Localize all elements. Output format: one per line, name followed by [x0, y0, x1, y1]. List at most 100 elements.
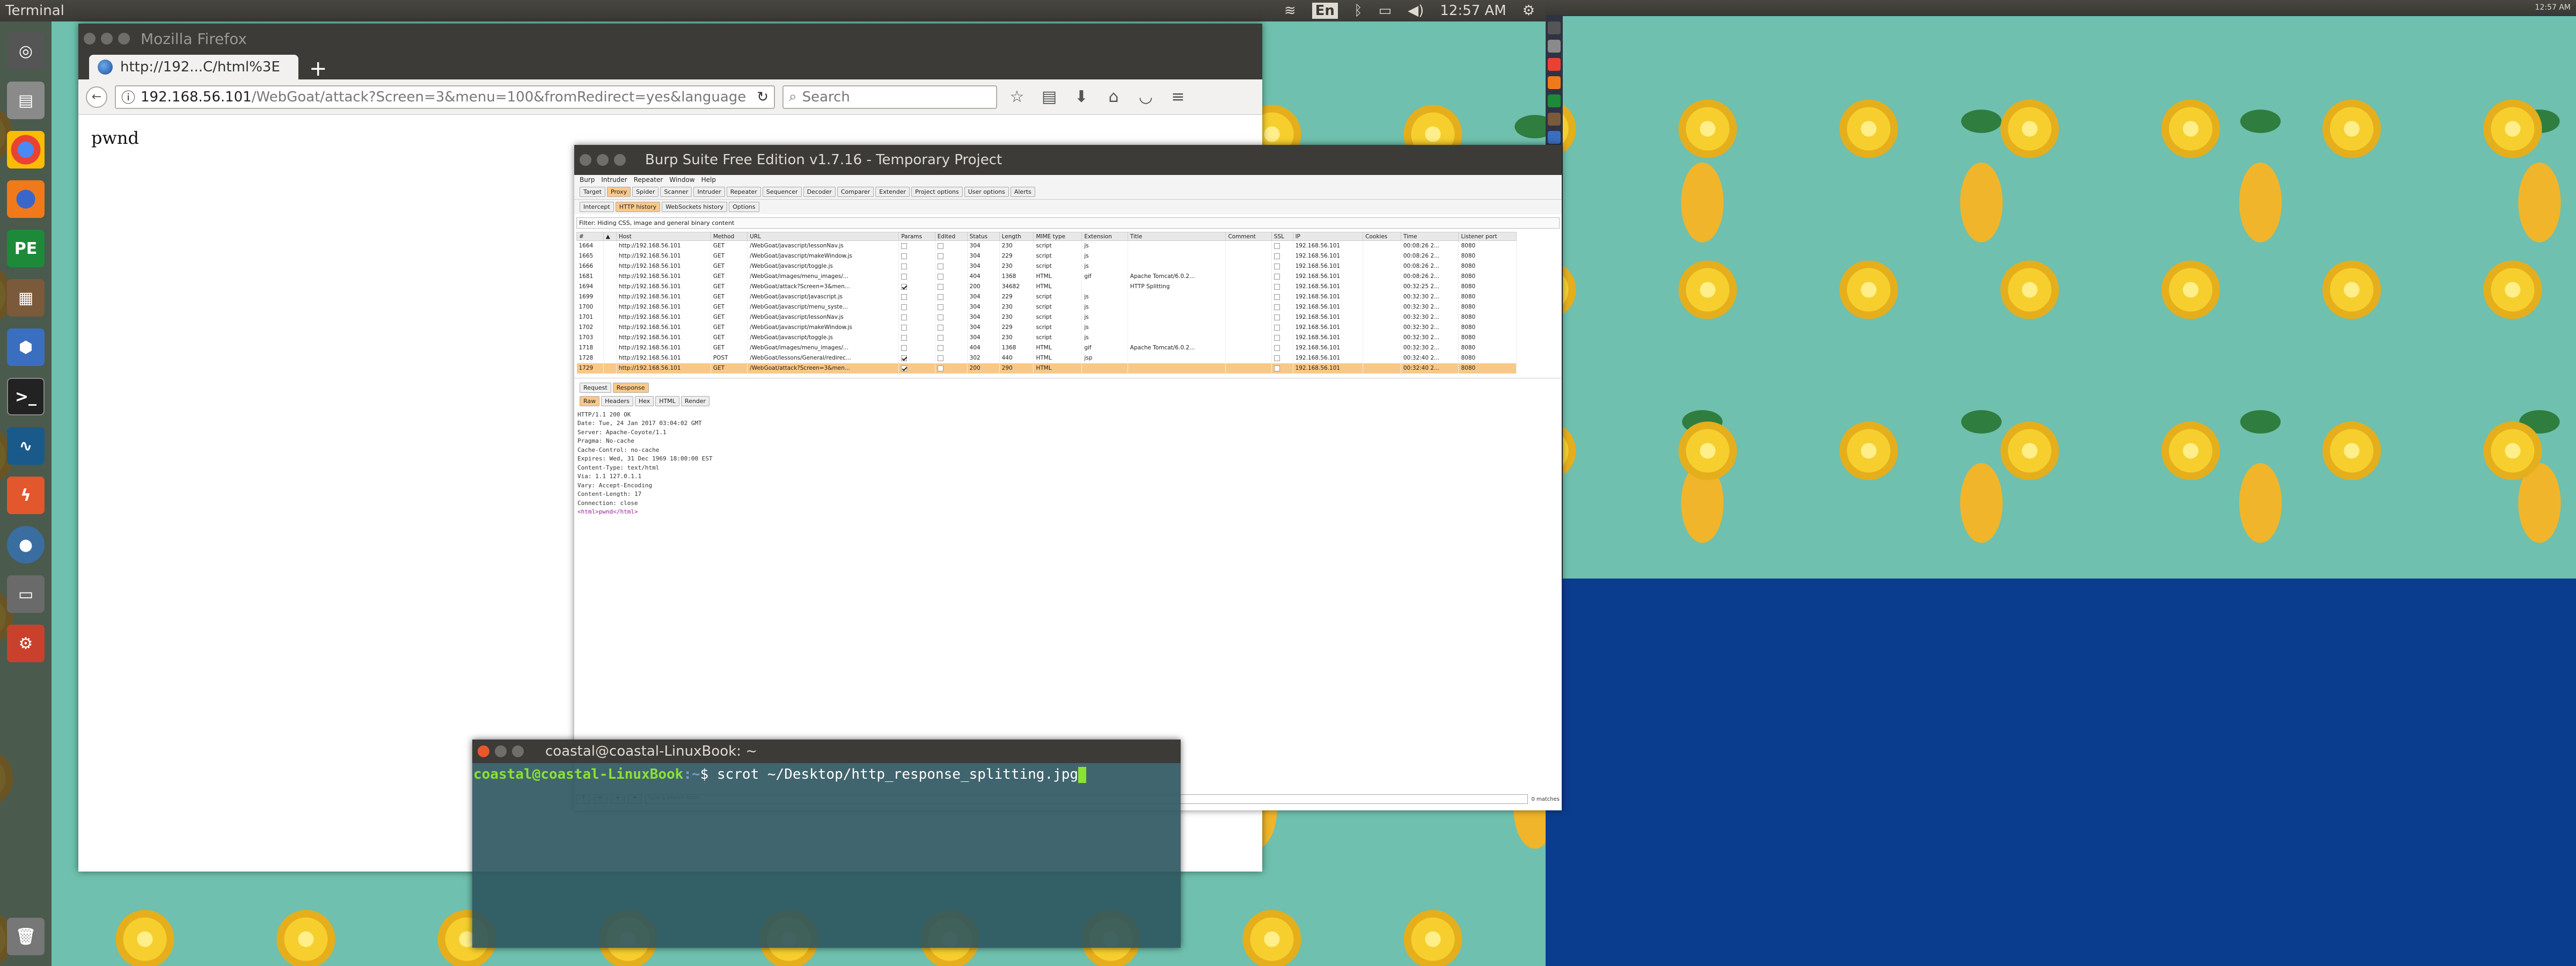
tab-spider[interactable]: Spider — [632, 187, 659, 197]
tab-decoder[interactable]: Decoder — [803, 187, 836, 197]
view-tab-raw[interactable]: Raw — [580, 396, 600, 406]
subtab-intercept[interactable]: Intercept — [580, 202, 614, 212]
column-header[interactable]: Cookies — [1363, 232, 1401, 241]
subtab-options[interactable]: Options — [729, 202, 759, 212]
trash-icon[interactable]: 🗑 — [7, 918, 45, 955]
column-header[interactable]: URL — [747, 232, 899, 241]
table-row[interactable]: 1702 http://192.168.56.101 GET/WebGoat/jav… — [576, 322, 1517, 333]
clock[interactable]: 12:57 AM — [1440, 3, 1506, 19]
pycharm-icon[interactable] — [1548, 94, 1561, 107]
pycharm-icon[interactable]: PE — [7, 230, 45, 267]
tab-user-options[interactable]: User options — [964, 187, 1009, 197]
battery-icon[interactable]: ▭ — [1379, 3, 1392, 19]
table-row[interactable]: 1699 http://192.168.56.101 GET/WebGoat/jav… — [576, 291, 1517, 302]
pocket-icon[interactable]: ◡ — [1133, 87, 1158, 106]
tab-alerts[interactable]: Alerts — [1010, 187, 1035, 197]
column-header[interactable]: Extension — [1081, 232, 1128, 241]
table-row[interactable]: 1665 http://192.168.56.101 GET/WebGoat/jav… — [576, 251, 1517, 261]
column-header[interactable]: Title — [1127, 232, 1226, 241]
settings-icon[interactable]: ⚙ — [7, 625, 45, 662]
gear-icon[interactable]: ⚙ — [1523, 3, 1535, 19]
table-row[interactable]: 1694 http://192.168.56.101 GET/WebGoat/att… — [576, 281, 1517, 292]
table-row[interactable]: 1666 http://192.168.56.101 GET/WebGoat/jav… — [576, 261, 1517, 272]
back-button[interactable]: ← — [86, 86, 107, 108]
column-header[interactable]: # — [576, 232, 604, 241]
terminal-output[interactable]: coastal@coastal-LinuxBook:~$ scrot ~/Des… — [472, 763, 1181, 783]
column-header[interactable]: Comment — [1225, 232, 1272, 241]
files-icon[interactable]: ▤ — [7, 82, 45, 119]
maximize-button[interactable] — [118, 33, 130, 45]
table-row[interactable]: 1729 http://192.168.56.101 GET/WebGoat/att… — [576, 363, 1517, 374]
menu-item[interactable]: Window — [669, 176, 694, 184]
column-header[interactable]: Params — [898, 232, 935, 241]
maximize-button[interactable] — [614, 154, 626, 166]
new-tab-button[interactable]: + — [309, 58, 327, 79]
minimize-button[interactable] — [495, 745, 507, 757]
keyboard-layout-indicator[interactable]: En — [1312, 3, 1338, 19]
search-input[interactable]: ⌕ Search — [782, 85, 997, 109]
firefox-icon[interactable] — [1548, 76, 1561, 89]
burp-suite-icon[interactable]: ϟ — [7, 477, 45, 514]
system-monitor-icon[interactable]: ∿ — [7, 427, 45, 465]
maximize-button[interactable] — [512, 745, 524, 757]
tab-comparer[interactable]: Comparer — [837, 187, 874, 197]
clock-secondary[interactable]: 12:57 AM — [2535, 3, 2571, 12]
bookmark-star-icon[interactable]: ☆ — [1005, 87, 1029, 106]
tab-project-options[interactable]: Project options — [911, 187, 963, 197]
response-viewer[interactable]: HTTP/1.1 200 OK Date: Tue, 24 Jan 2017 03… — [574, 408, 1562, 519]
table-row[interactable]: 1728 http://192.168.56.101 POST/WebGoat/le… — [576, 353, 1517, 363]
bluetooth-icon[interactable]: ᛒ — [1354, 3, 1363, 19]
table-row[interactable]: 1701 http://192.168.56.101 GET/WebGoat/jav… — [576, 312, 1517, 323]
menu-item[interactable]: Burp — [580, 176, 595, 184]
view-tab-hex[interactable]: Hex — [634, 396, 654, 406]
column-header[interactable]: SSL — [1271, 232, 1293, 241]
virtualbox-icon[interactable]: ⬢ — [7, 328, 45, 366]
virtualbox-icon[interactable] — [1548, 131, 1561, 144]
close-button[interactable] — [478, 745, 489, 757]
terminal-window[interactable]: coastal@coastal-LinuxBook: ~ coastal@coa… — [472, 740, 1181, 948]
view-tab-html[interactable]: HTML — [655, 396, 679, 406]
column-header[interactable]: IP — [1292, 232, 1364, 241]
view-tab-headers[interactable]: Headers — [601, 396, 633, 406]
tab-target[interactable]: Target — [580, 187, 606, 197]
firefox-icon[interactable] — [7, 180, 45, 218]
tab-response[interactable]: Response — [612, 382, 649, 393]
wireshark-icon[interactable]: ● — [7, 526, 45, 564]
menu-item[interactable]: Repeater — [634, 176, 663, 184]
close-button[interactable] — [84, 33, 96, 45]
table-row[interactable]: 1664 http://192.168.56.101 GET/WebGoat/jav… — [576, 240, 1517, 251]
table-row[interactable]: 1703 http://192.168.56.101 GET/WebGoat/jav… — [576, 332, 1517, 343]
table-row[interactable]: 1700 http://192.168.56.101 GET/WebGoat/jav… — [576, 302, 1517, 312]
home-icon[interactable]: ⌂ — [1101, 87, 1126, 106]
volume-icon[interactable]: ◀) — [1408, 3, 1424, 19]
chrome-icon[interactable] — [7, 131, 45, 169]
subtab-websockets-history[interactable]: WebSockets history — [662, 202, 728, 212]
dash-home-icon[interactable]: ◎ — [7, 32, 45, 70]
reading-list-icon[interactable]: ▤ — [1037, 87, 1062, 106]
text-editor-icon[interactable] — [1548, 113, 1561, 126]
view-tab-render[interactable]: Render — [680, 396, 710, 406]
menu-icon[interactable]: ≡ — [1166, 87, 1190, 106]
table-row[interactable]: 1681 http://192.168.56.101 GET/WebGoat/ima… — [576, 271, 1517, 282]
tab-request[interactable]: Request — [580, 382, 611, 393]
download-icon[interactable]: ⬇ — [1069, 87, 1094, 106]
subtab-http-history[interactable]: HTTP history — [615, 202, 661, 212]
text-editor-icon[interactable]: ▦ — [7, 279, 45, 317]
column-header[interactable]: Method — [710, 232, 748, 241]
terminal-icon[interactable]: >_ — [7, 378, 45, 415]
menu-item[interactable]: Help — [701, 176, 716, 184]
tab-extender[interactable]: Extender — [875, 187, 910, 197]
tab-sequencer[interactable]: Sequencer — [762, 187, 802, 197]
menu-item[interactable]: Intruder — [601, 176, 627, 184]
drive-icon[interactable]: ▭ — [7, 575, 45, 613]
chrome-icon[interactable] — [1548, 58, 1561, 71]
tab-proxy[interactable]: Proxy — [607, 187, 631, 197]
minimize-button[interactable] — [101, 33, 113, 45]
info-icon[interactable]: ⓘ — [121, 87, 135, 107]
close-button[interactable] — [580, 154, 591, 166]
column-header[interactable]: Length — [999, 232, 1034, 241]
tab-intruder[interactable]: Intruder — [693, 187, 725, 197]
minimize-button[interactable] — [597, 154, 609, 166]
files-icon[interactable] — [1548, 40, 1561, 53]
column-header[interactable]: Time — [1400, 232, 1459, 241]
